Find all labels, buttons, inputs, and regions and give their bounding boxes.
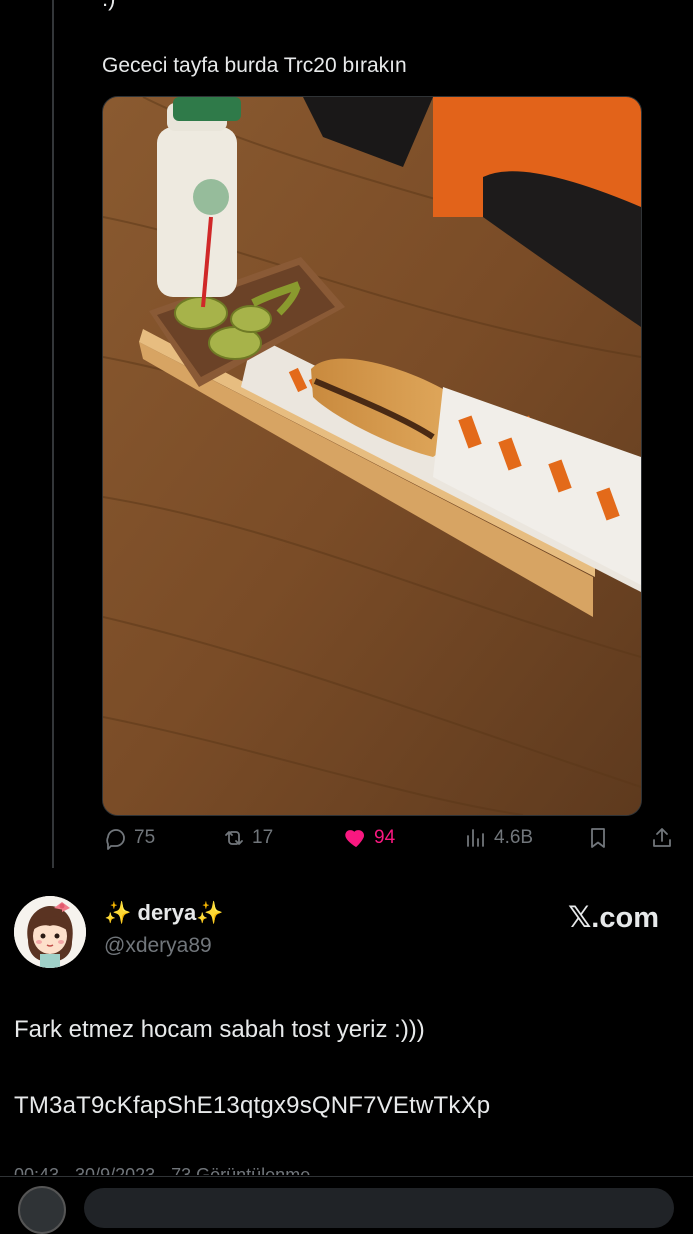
bookmark-button[interactable] (586, 826, 610, 850)
x-com-badge: 𝕏.com (567, 902, 659, 934)
like-count: 94 (374, 827, 396, 848)
reply-meta: 00:43 · 30/9/2023 · 73 Görüntülenme (14, 1166, 310, 1175)
views-button[interactable]: 4.6B (464, 826, 533, 850)
share-icon (653, 828, 671, 847)
views-chart-icon (467, 829, 484, 847)
retweet-icon (225, 831, 243, 845)
thread-line (52, 0, 54, 868)
heart-icon (345, 830, 364, 847)
photo-kokorec-sandwich (103, 97, 641, 815)
tweet-actions: 75 17 94 4.6B (0, 826, 693, 858)
composer-avatar (18, 1186, 66, 1234)
wallet-address: TM3aT9cKfapShE13qtgx9sQNF7VEtwTkXp (14, 1092, 491, 1119)
share-button[interactable] (650, 826, 674, 850)
bookmark-icon (591, 828, 605, 848)
cartoon-girl-avatar-icon (14, 896, 86, 968)
previous-tweet-tail: :) (102, 0, 115, 12)
reply-composer-input[interactable] (84, 1188, 674, 1228)
retweet-count: 17 (252, 827, 274, 848)
reply-button[interactable]: 75 (104, 826, 155, 850)
view-count: 4.6B (494, 827, 534, 848)
avatar[interactable] (14, 896, 86, 968)
user-handle[interactable]: @xderya89 (104, 934, 212, 958)
reply-icon (106, 829, 125, 850)
like-button[interactable]: 94 (344, 826, 395, 850)
reply-count: 75 (134, 827, 156, 848)
display-name[interactable]: ✨ derya✨ (104, 900, 224, 926)
divider (0, 1176, 693, 1177)
tweet-text: Gececi tayfa burda Trc20 bırakın (102, 54, 407, 77)
tweet-photo[interactable] (102, 96, 642, 816)
retweet-button[interactable]: 17 (222, 826, 273, 850)
reply-text: Fark etmez hocam sabah tost yeriz :))) (14, 1016, 425, 1043)
